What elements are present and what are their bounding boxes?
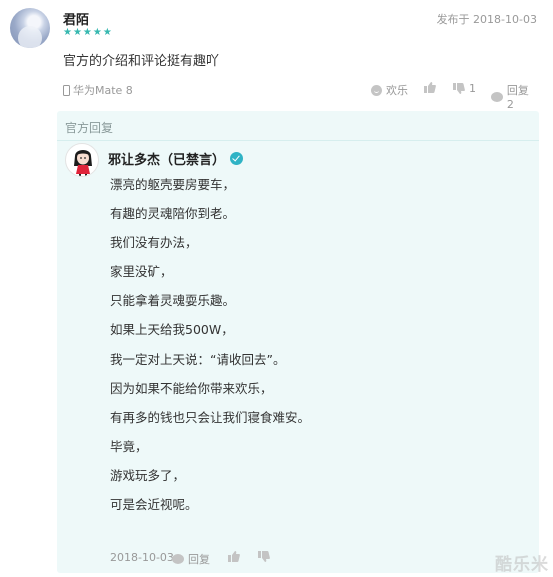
- thumbs-down-icon: [453, 83, 465, 94]
- comment-meta-row: 华为Mate 8 欢乐 1 回复 2: [63, 82, 539, 111]
- post-date: 发布于 2018-10-03: [436, 13, 537, 26]
- official-reply-label: 官方回复: [65, 121, 114, 135]
- avatar[interactable]: [10, 8, 50, 48]
- reply-line: 游戏玩多了，: [110, 467, 186, 483]
- developer-name[interactable]: 邪让多杰（已禁言）: [108, 149, 244, 168]
- comment-bubble-icon: [172, 554, 184, 564]
- username[interactable]: 君陌: [63, 9, 89, 28]
- reply-line: 我一定对上天说：“请收回去”。: [110, 351, 286, 367]
- reply-line: 毕竟，: [110, 438, 148, 454]
- reply-dislike-button[interactable]: [258, 551, 270, 562]
- reply-line: 只能拿着灵魂耍乐趣。: [110, 293, 236, 309]
- reply-line: 我们没有办法，: [110, 235, 198, 251]
- developer-avatar[interactable]: [65, 143, 99, 177]
- reply-date: 2018-10-03: [110, 551, 174, 564]
- comment-bubble-icon: [491, 91, 503, 102]
- dislike-count: 1: [469, 82, 476, 95]
- reply-like-button[interactable]: [228, 551, 240, 562]
- rating-stars: ★★★★★: [63, 27, 113, 38]
- reply-line: 有趣的灵魂陪你到老。: [110, 206, 236, 222]
- reply-meta-row: 2018-10-03 回复: [110, 551, 410, 567]
- reply-reply-label: 回复: [188, 553, 210, 566]
- reply-line: 如果上天给我500W，: [110, 322, 234, 338]
- reply-line: 因为如果不能给你带来欢乐，: [110, 380, 273, 396]
- divider: [57, 140, 539, 141]
- watermark: 酷乐米: [495, 555, 549, 575]
- reply-line: 有再多的钱也只会让我们寝食难安。: [110, 409, 311, 425]
- thumbs-up-icon: [228, 551, 240, 562]
- reply-button[interactable]: 回复 2: [491, 82, 539, 111]
- fun-label: 欢乐: [386, 84, 408, 97]
- reply-line: 可是会近视呢。: [110, 497, 198, 513]
- reply-label: 回复 2: [506, 84, 529, 111]
- cartoon-girl-icon: [74, 150, 92, 176]
- verified-badge-icon: [230, 152, 244, 165]
- thumbs-down-icon: [258, 551, 270, 562]
- comment-text: 官方的介绍和评论挺有趣吖: [63, 54, 220, 69]
- reply-reply-button[interactable]: 回复: [172, 551, 210, 567]
- dislike-button[interactable]: 1: [453, 82, 476, 95]
- device-info: 华为Mate 8: [63, 82, 133, 98]
- like-button[interactable]: [424, 82, 440, 93]
- reply-line: 家里没矿，: [110, 264, 173, 280]
- official-reply-box: 官方回复 邪让多杰（已禁言） 漂亮的躯壳要房要车， 有趣的灵魂陪你到老。 我们没…: [57, 111, 539, 573]
- device-label: 华为Mate 8: [73, 84, 133, 97]
- thumbs-up-icon: [424, 82, 436, 93]
- reply-body: 漂亮的躯壳要房要车， 有趣的灵魂陪你到老。 我们没有办法， 家里没矿， 只能拿着…: [110, 177, 530, 526]
- reply-line: 漂亮的躯壳要房要车，: [110, 177, 236, 192]
- phone-icon: [63, 84, 70, 96]
- smiley-icon: [371, 84, 382, 96]
- developer-name-text: 邪让多杰（已禁言）: [108, 153, 226, 168]
- fun-button[interactable]: 欢乐: [371, 82, 408, 98]
